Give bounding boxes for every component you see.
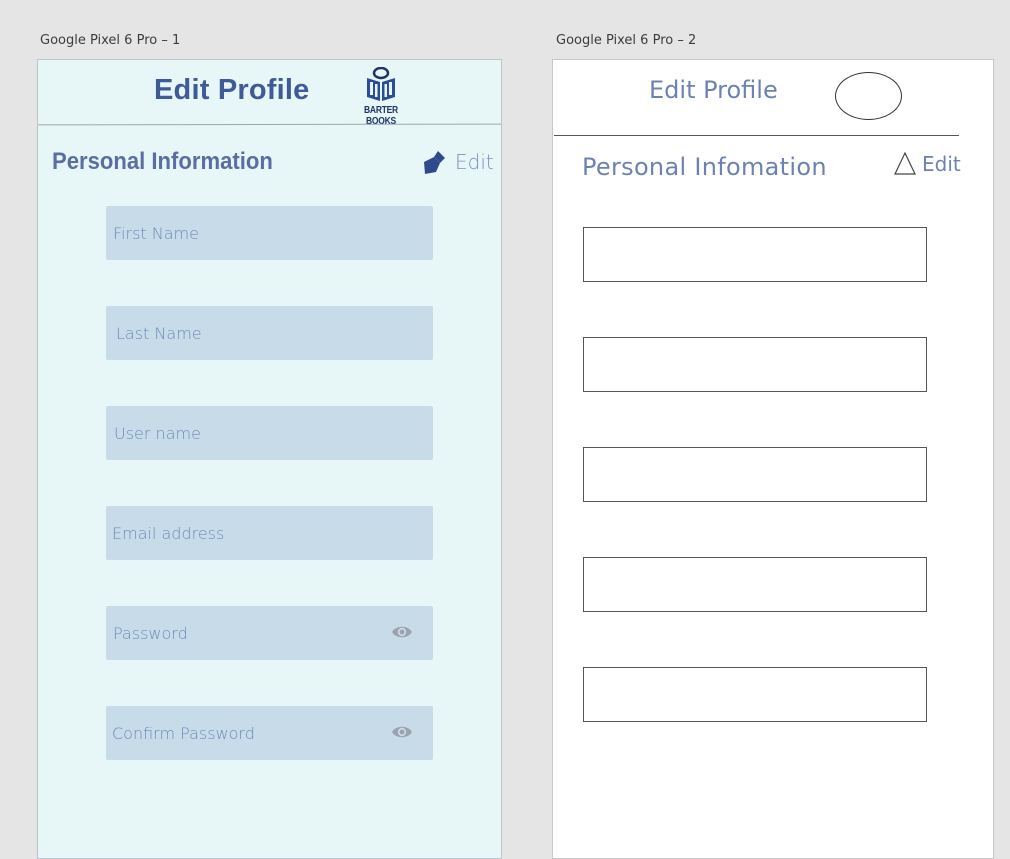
- wireframe-input-4[interactable]: [583, 557, 927, 612]
- header-divider: [554, 135, 959, 136]
- artboard-label-1: Google Pixel 6 Pro – 1: [40, 33, 181, 48]
- barter-books-logo: BARTER BOOKS: [346, 66, 416, 127]
- edit-label: Edit: [922, 152, 961, 176]
- eye-icon[interactable]: [391, 723, 413, 741]
- section-title: Personal Information: [52, 148, 273, 175]
- triangle-icon: [894, 151, 916, 175]
- book-logo-icon: [367, 66, 395, 101]
- artboard-label-2: Google Pixel 6 Pro – 2: [556, 33, 697, 48]
- confirm-password-placeholder: Confirm Password: [112, 723, 255, 743]
- password-placeholder: Password: [113, 623, 188, 643]
- wireframe-input-2[interactable]: [583, 337, 927, 392]
- username-input[interactable]: User name: [106, 406, 433, 460]
- page-title: Edit Profile: [154, 74, 310, 106]
- email-placeholder: Email address: [112, 523, 225, 543]
- last-name-input[interactable]: Last Name: [106, 306, 433, 360]
- username-placeholder: User name: [114, 423, 201, 443]
- page-title: Edit Profile: [649, 76, 778, 104]
- edit-button[interactable]: Edit: [893, 150, 961, 178]
- eye-icon[interactable]: [391, 623, 413, 641]
- last-name-placeholder: Last Name: [116, 323, 202, 343]
- wireframe-input-1[interactable]: [583, 227, 927, 282]
- artboard-edit-profile-styled: Edit Profile BARTER BOOKS Personal Infor…: [37, 59, 502, 859]
- avatar-placeholder[interactable]: [835, 72, 902, 120]
- wireframe-input-5[interactable]: [583, 667, 927, 722]
- first-name-placeholder: First Name: [113, 223, 199, 243]
- password-input[interactable]: Password: [106, 606, 433, 660]
- header-divider: [37, 123, 502, 126]
- artboard-edit-profile-wireframe: Edit Profile Personal Infomation Edit: [552, 59, 994, 859]
- email-input[interactable]: Email address: [106, 506, 433, 560]
- wireframe-input-3[interactable]: [583, 447, 927, 502]
- edit-label: Edit: [455, 150, 494, 174]
- confirm-password-input[interactable]: Confirm Password: [106, 706, 433, 760]
- section-title: Personal Infomation: [582, 153, 827, 181]
- pen-icon: [424, 151, 445, 174]
- edit-button[interactable]: Edit: [422, 148, 494, 176]
- first-name-input[interactable]: First Name: [106, 206, 433, 260]
